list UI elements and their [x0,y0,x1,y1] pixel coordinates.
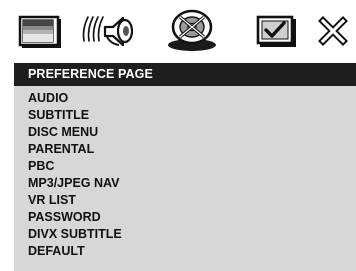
tab-disc[interactable] [162,8,222,54]
menu-item-pbc[interactable]: PBC [14,158,356,175]
menu-list: AUDIO SUBTITLE DISC MENU PARENTAL PBC MP… [14,86,356,260]
menu-item-audio[interactable]: AUDIO [14,90,356,107]
tab-preference[interactable] [247,8,307,54]
tab-display[interactable] [10,8,70,54]
menu-item-disc-menu[interactable]: DISC MENU [14,124,356,141]
menu-item-default[interactable]: DEFAULT [14,243,356,260]
tab-exit[interactable] [313,8,353,54]
disc-icon [164,9,220,53]
menu-item-parental[interactable]: PARENTAL [14,141,356,158]
menu-item-vr-list[interactable]: VR LIST [14,192,356,209]
display-settings-icon [17,12,63,50]
audio-speaker-icon [81,11,139,51]
checkmark-box-icon [255,13,299,49]
tab-bar [0,0,356,62]
menu-item-subtitle[interactable]: SUBTITLE [14,107,356,124]
close-icon [318,16,348,46]
menu-panel: AUDIO SUBTITLE DISC MENU PARENTAL PBC MP… [14,86,356,271]
page-title: PREFERENCE PAGE [14,63,356,86]
tab-audio[interactable] [80,8,140,54]
menu-item-divx-subtitle[interactable]: DIVX SUBTITLE [14,226,356,243]
menu-item-password[interactable]: PASSWORD [14,209,356,226]
dvd-setup-menu: PREFERENCE PAGE AUDIO SUBTITLE DISC MENU… [0,0,356,271]
menu-item-mp3-jpeg-nav[interactable]: MP3/JPEG NAV [14,175,356,192]
